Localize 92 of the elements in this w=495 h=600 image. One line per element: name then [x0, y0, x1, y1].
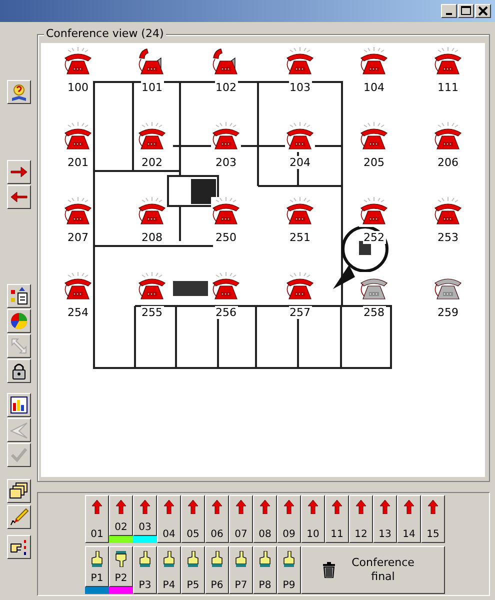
toolbar-button[interactable]	[6, 80, 30, 104]
toolbar-button[interactable]	[6, 359, 30, 383]
up-arrow-icon	[140, 500, 150, 514]
bar-chart-icon	[8, 395, 28, 415]
extension-number: 100	[66, 81, 90, 94]
extension-number: 257	[288, 306, 312, 319]
pencil-icon	[8, 507, 28, 527]
extension-number: 259	[436, 306, 460, 319]
toolbar-button[interactable]	[6, 185, 30, 209]
extension-number: 202	[140, 156, 164, 169]
party-button[interactable]: P8	[253, 546, 277, 594]
list-icon	[8, 286, 28, 306]
up-arrow-icon	[332, 500, 342, 514]
extension-number: 101	[140, 81, 164, 94]
toolbar-button[interactable]	[6, 393, 30, 417]
extension-number: 252	[362, 231, 386, 244]
extension-number: 204	[288, 156, 312, 169]
extension-number: 256	[214, 306, 238, 319]
line-button[interactable]: 01	[85, 495, 109, 543]
line-button[interactable]: 05	[181, 495, 205, 543]
line-button[interactable]: 02	[109, 495, 133, 536]
telephone-icon[interactable]	[211, 197, 241, 227]
line-button[interactable]: 03	[133, 495, 157, 536]
extension-number: 111	[436, 81, 460, 94]
party-button[interactable]: P5	[181, 546, 205, 594]
conference-final-button[interactable]: Conference final	[301, 546, 445, 594]
toolbar-button[interactable]	[6, 160, 30, 184]
party-button[interactable]: P6	[205, 546, 229, 594]
line-button[interactable]: 04	[157, 495, 181, 543]
line-button[interactable]: 09	[277, 495, 301, 543]
up-arrow-icon	[428, 500, 438, 514]
up-arrow-icon	[404, 500, 414, 514]
close-button[interactable]	[475, 4, 491, 18]
extension-number: 206	[436, 156, 460, 169]
up-arrow-icon	[260, 500, 270, 514]
trash-icon	[323, 562, 335, 578]
line-button[interactable]: 11	[325, 495, 349, 543]
up-arrow-icon	[380, 500, 390, 514]
maximize-button[interactable]	[458, 4, 474, 18]
extension-number: 104	[362, 81, 386, 94]
up-arrow-icon	[356, 500, 366, 514]
party-button[interactable]: P4	[157, 546, 181, 594]
send-icon	[8, 420, 28, 440]
up-arrow-icon	[164, 500, 174, 514]
extension-number: 253	[436, 231, 460, 244]
extension-number: 102	[214, 81, 238, 94]
party-button[interactable]: P7	[229, 546, 253, 594]
up-arrow-icon	[92, 500, 102, 514]
close-icon	[478, 6, 488, 16]
extension-number: 201	[66, 156, 90, 169]
extension-number: 254	[66, 306, 90, 319]
line-button[interactable]: 10	[301, 495, 325, 543]
line-button[interactable]: 08	[253, 495, 277, 543]
extension-number: 207	[66, 231, 90, 244]
folders-icon	[8, 481, 28, 501]
checkmark-icon	[8, 445, 28, 465]
line-button[interactable]: 06	[205, 495, 229, 543]
party-button[interactable]: P1	[85, 546, 109, 587]
extension-number: 258	[362, 306, 386, 319]
party-button[interactable]: P9	[277, 546, 301, 594]
up-arrow-icon	[116, 500, 126, 514]
panel-title: Conference view (24)	[44, 27, 166, 41]
line-button[interactable]: 14	[397, 495, 421, 543]
minimize-button[interactable]	[441, 4, 457, 18]
toolbar-button[interactable]	[6, 309, 30, 333]
line-button[interactable]: 12	[349, 495, 373, 543]
resize-icon	[8, 336, 28, 356]
extension-number: 103	[288, 81, 312, 94]
party-button[interactable]: P3	[133, 546, 157, 594]
toolbar-button[interactable]	[6, 535, 30, 559]
maximize-icon	[461, 6, 471, 16]
extension-number: 205	[362, 156, 386, 169]
extension-number: 203	[214, 156, 238, 169]
toolbar-button[interactable]	[6, 505, 30, 529]
line-button[interactable]: 07	[229, 495, 253, 543]
pie-chart-icon	[8, 311, 28, 331]
up-arrow-icon	[212, 500, 222, 514]
extension-number: 255	[140, 306, 164, 319]
extension-number: 208	[140, 231, 164, 244]
up-arrow-icon	[188, 500, 198, 514]
up-arrow-icon	[236, 500, 246, 514]
line-button[interactable]: 13	[373, 495, 397, 543]
toolbar-button[interactable]	[6, 479, 30, 503]
up-arrow-icon	[308, 500, 318, 514]
party-button[interactable]: P2	[109, 546, 133, 587]
extension-number: 250	[214, 231, 238, 244]
up-arrow-icon	[284, 500, 294, 514]
minimize-icon	[446, 13, 452, 15]
rotate-arrow-icon	[333, 226, 388, 289]
line-button[interactable]: 15	[421, 495, 445, 543]
extension-number: 251	[288, 231, 312, 244]
toolbar-button[interactable]	[6, 284, 30, 308]
